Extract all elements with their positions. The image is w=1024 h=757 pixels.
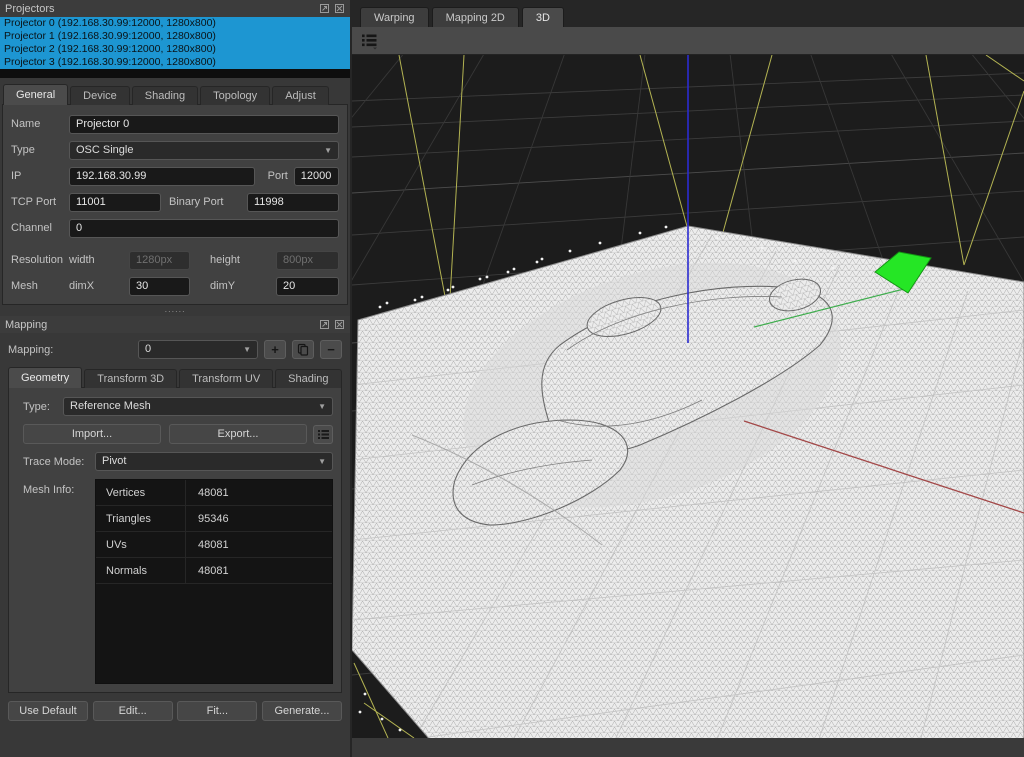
channel-label: Channel: [11, 222, 69, 234]
float-panel-icon[interactable]: [319, 3, 330, 14]
type-label: Type: [11, 144, 69, 156]
projector-list-item[interactable]: Projector 0 (192.168.30.99:12000, 1280x8…: [0, 17, 350, 30]
import-button[interactable]: Import...: [23, 424, 161, 444]
mesh-menu-button[interactable]: [313, 425, 333, 444]
width-label: width: [69, 254, 129, 266]
add-mapping-button[interactable]: +: [264, 340, 286, 359]
tcp-port-input[interactable]: 11001: [69, 193, 161, 212]
dimx-input[interactable]: 30: [129, 277, 190, 296]
generate-button[interactable]: Generate...: [262, 701, 342, 721]
projector-list: Projector 0 (192.168.30.99:12000, 1280x8…: [0, 17, 350, 78]
chevron-down-icon: ▼: [318, 398, 326, 415]
binary-port-label: Binary Port: [161, 196, 247, 208]
geometry-tab-content: Type: Reference Mesh ▼ Import... Export.…: [8, 387, 342, 693]
chevron-down-icon: ▼: [324, 142, 332, 159]
list-menu-icon: [317, 428, 330, 441]
projectors-panel-title: Projectors: [5, 3, 55, 15]
mesh-info-table: Vertices 48081 Triangles 95346 UVs 48081…: [95, 479, 333, 684]
mapping-panel-header: Mapping: [0, 316, 350, 333]
height-input: 800px: [276, 251, 339, 270]
viewport-bottom-strip: [352, 738, 1024, 756]
tab-general[interactable]: General: [3, 84, 68, 105]
tab-transform-uv[interactable]: Transform UV: [179, 369, 273, 388]
mesh-info-label: Mesh Info:: [23, 479, 95, 496]
copy-icon: [297, 343, 309, 356]
tab-adjust[interactable]: Adjust: [272, 86, 329, 105]
3d-scene: [352, 55, 1024, 738]
type-select[interactable]: OSC Single ▼: [69, 141, 339, 160]
edit-button[interactable]: Edit...: [93, 701, 173, 721]
chevron-down-icon: ▼: [243, 341, 251, 358]
tab-3d[interactable]: 3D: [522, 7, 564, 27]
table-row: Normals 48081: [96, 558, 332, 584]
tab-device[interactable]: Device: [70, 86, 130, 105]
ip-input[interactable]: 192.168.30.99: [69, 167, 255, 186]
mapping-panel-title: Mapping: [5, 319, 47, 331]
tab-topology[interactable]: Topology: [200, 86, 270, 105]
table-row: UVs 48081: [96, 532, 332, 558]
remove-mapping-button[interactable]: −: [320, 340, 342, 359]
projector-list-item[interactable]: Projector 3 (192.168.30.99:12000, 1280x8…: [0, 56, 350, 69]
ip-label: IP: [11, 170, 69, 182]
panel-splitter-handle[interactable]: ∙∙∙∙∙∙: [0, 305, 350, 316]
left-panel: Projectors Projector 0 (192.168.30.99:12…: [0, 0, 350, 757]
projector-list-item[interactable]: Projector 1 (192.168.30.99:12000, 1280x8…: [0, 30, 350, 43]
mapping-selector[interactable]: 0 ▼: [138, 340, 258, 359]
viewport-panel: Warping Mapping 2D 3D: [352, 0, 1024, 757]
close-panel-icon[interactable]: [334, 3, 345, 14]
port-input[interactable]: 12000: [294, 167, 339, 186]
tab-warping[interactable]: Warping: [360, 7, 429, 27]
float-panel-icon[interactable]: [319, 319, 330, 330]
trace-mode-label: Trace Mode:: [23, 456, 95, 468]
trace-mode-select[interactable]: Pivot ▼: [95, 452, 333, 471]
tcp-port-label: TCP Port: [11, 196, 69, 208]
geometry-type-label: Type:: [23, 401, 63, 413]
tab-mapping-2d[interactable]: Mapping 2D: [432, 7, 519, 27]
3d-canvas[interactable]: [352, 55, 1024, 738]
resolution-label: Resolution: [11, 254, 69, 266]
geometry-type-select[interactable]: Reference Mesh ▼: [63, 397, 333, 416]
width-input: 1280px: [129, 251, 190, 270]
projector-list-item[interactable]: Projector 2 (192.168.30.99:12000, 1280x8…: [0, 43, 350, 56]
table-row: Vertices 48081: [96, 480, 332, 506]
tab-shading-map[interactable]: Shading: [275, 369, 341, 388]
binary-port-input[interactable]: 11998: [247, 193, 339, 212]
mapping-tabbar: Geometry Transform 3D Transform UV Shadi…: [0, 367, 350, 388]
tab-shading[interactable]: Shading: [132, 86, 198, 105]
channel-input[interactable]: 0: [69, 219, 339, 238]
table-row: Triangles 95346: [96, 506, 332, 532]
general-tab-content: Name Projector 0 Type OSC Single ▼ IP 19…: [2, 104, 348, 305]
view-options-menu-icon[interactable]: [361, 32, 379, 50]
name-label: Name: [11, 118, 69, 130]
tab-transform-3d[interactable]: Transform 3D: [84, 369, 177, 388]
height-label: height: [190, 254, 276, 266]
tab-geometry[interactable]: Geometry: [8, 367, 82, 388]
export-button[interactable]: Export...: [169, 424, 307, 444]
use-default-button[interactable]: Use Default: [8, 701, 88, 721]
dimy-label: dimY: [190, 280, 276, 292]
fit-button[interactable]: Fit...: [177, 701, 257, 721]
projectors-panel-header: Projectors: [0, 0, 350, 17]
duplicate-mapping-button[interactable]: [292, 340, 314, 359]
name-input[interactable]: Projector 0: [69, 115, 339, 134]
mesh-label: Mesh: [11, 280, 69, 292]
projector-tabbar: General Device Shading Topology Adjust: [0, 84, 350, 105]
chevron-down-icon: ▼: [318, 453, 326, 470]
close-panel-icon[interactable]: [334, 319, 345, 330]
mapping-selector-label: Mapping:: [8, 344, 138, 356]
port-label: Port: [255, 170, 294, 182]
dimy-input[interactable]: 20: [276, 277, 339, 296]
dimx-label: dimX: [69, 280, 129, 292]
viewport-toolbar: [352, 27, 1024, 55]
viewport-tabbar: Warping Mapping 2D 3D: [352, 0, 1024, 27]
